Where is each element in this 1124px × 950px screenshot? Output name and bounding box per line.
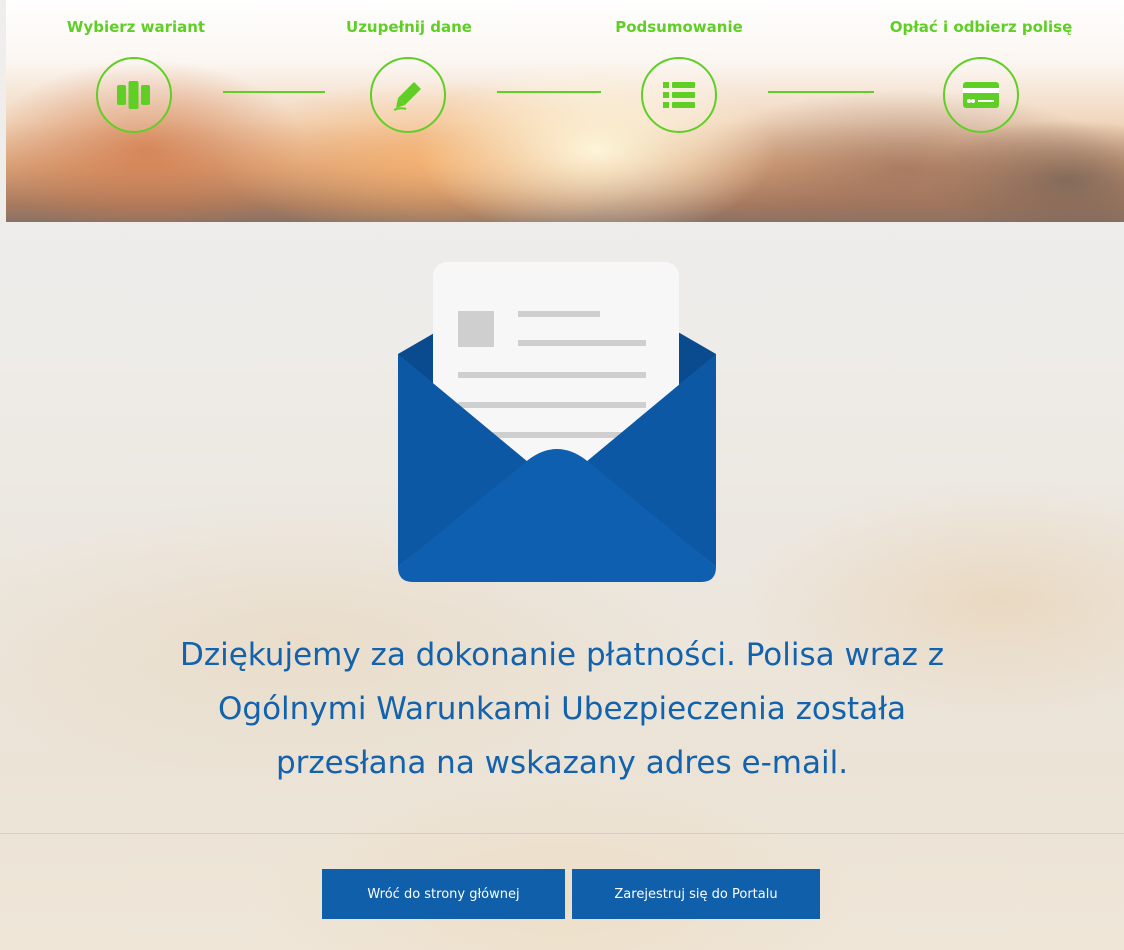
confirmation-message: Dziękujemy za dokonanie płatności. Polis… xyxy=(80,628,1044,790)
back-to-home-button[interactable]: Wróć do strony głównej xyxy=(322,869,565,919)
list-icon xyxy=(663,82,695,108)
step-connector-3 xyxy=(768,91,874,93)
step-3-circle[interactable] xyxy=(641,57,717,133)
progress-stepper: Wybierz wariant Uzupełnij dane Podsumowa… xyxy=(6,0,1124,222)
step-1-circle[interactable] xyxy=(96,57,172,133)
step-4-circle[interactable] xyxy=(943,57,1019,133)
columns-icon xyxy=(117,81,150,109)
step-label-summary: Podsumowanie xyxy=(615,18,743,36)
payment-confirmation-page: Wybierz wariant Uzupełnij dane Podsumowa… xyxy=(0,0,1124,950)
pencil-icon xyxy=(393,82,421,111)
confirmation-message-line-1: Dziękujemy za dokonanie płatności. Polis… xyxy=(179,637,944,673)
confirmation-message-line-2: Ogólnymi Warunkami Ubezpieczenia została xyxy=(217,691,906,727)
step-label-pay-and-receive: Opłać i odbierz polisę xyxy=(889,18,1073,36)
step-label-choose-variant: Wybierz wariant xyxy=(66,18,206,36)
step-2-circle[interactable] xyxy=(370,57,446,133)
section-divider xyxy=(0,833,1124,834)
open-envelope-letter-icon xyxy=(398,262,716,582)
step-connector-1 xyxy=(223,91,325,93)
step-connector-2 xyxy=(497,91,601,93)
confirmation-message-line-3: przesłana na wskazany adres e-mail. xyxy=(275,745,849,781)
credit-card-icon xyxy=(963,82,999,108)
step-label-fill-data: Uzupełnij dane xyxy=(346,18,472,36)
register-portal-button[interactable]: Zarejestruj się do Portalu xyxy=(572,869,820,919)
